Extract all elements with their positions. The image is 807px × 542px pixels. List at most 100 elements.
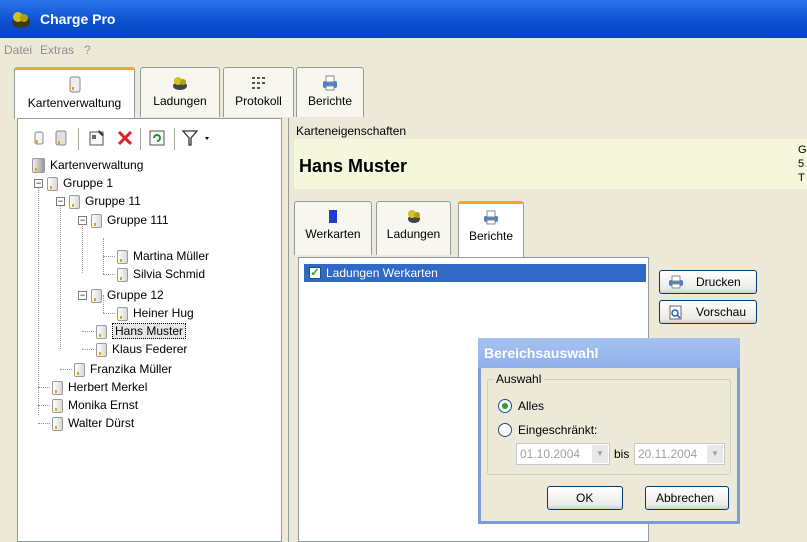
cancel-button[interactable]: Abbrechen [645, 486, 729, 510]
tab-sub-berichte-label: Berichte [468, 229, 514, 243]
card-blue-icon [329, 210, 337, 223]
card-icon [96, 324, 107, 339]
tree-node-gruppe-111[interactable]: Gruppe 111 [91, 211, 169, 229]
tab-sub-ladungen[interactable]: Ladungen [376, 201, 451, 255]
date-from-field[interactable]: 01.10.2004 ▼ [516, 443, 610, 465]
tree-node-klaus[interactable]: Klaus Federer [96, 340, 187, 358]
delete-icon[interactable] [114, 127, 136, 149]
card-info-line: G [798, 144, 807, 156]
card-tree-panel: Kartenverwaltung − Gruppe 1 − Gruppe 11 … [17, 118, 282, 542]
list-item[interactable]: ✓ Ladungen Werkarten [304, 264, 646, 282]
collapse-gruppe-12[interactable]: − [78, 291, 87, 300]
tree-node-monika[interactable]: Monika Ernst [52, 396, 138, 414]
card-icon [117, 267, 128, 282]
card-icon [52, 416, 63, 431]
tree-node-label: Gruppe 1 [63, 176, 114, 190]
ok-button[interactable]: OK [547, 486, 623, 510]
filter-dropdown-icon[interactable] [180, 127, 216, 149]
tree-node-herbert[interactable]: Herbert Merkel [52, 378, 147, 396]
radio-all[interactable] [498, 399, 512, 413]
tab-berichte[interactable]: Berichte [296, 67, 364, 117]
main-tab-strip: Kartenverwaltung Ladungen Protokoll Beri… [14, 67, 804, 119]
menu-datei[interactable]: Datei [4, 43, 32, 57]
preview-button[interactable]: Vorschau [659, 300, 757, 324]
new-group-icon[interactable] [50, 127, 72, 149]
tab-ladungen[interactable]: Ladungen [140, 67, 220, 117]
tree-node-gruppe-11[interactable]: Gruppe 11 [69, 192, 141, 210]
print-button[interactable]: Drucken [659, 270, 757, 294]
report-label: Ladungen Werkarten [326, 266, 438, 280]
radio-all-label: Alles [518, 399, 545, 413]
tab-sub-berichte[interactable]: Berichte [458, 201, 524, 257]
tree-node-gruppe-1[interactable]: Gruppe 1 [47, 174, 113, 192]
menu-bar: Datei Extras ? [0, 38, 807, 60]
charge-pro-logo-icon [12, 12, 30, 28]
date-range-separator: bis [614, 447, 630, 461]
tree-node-franzika[interactable]: Franzika Müller [74, 360, 172, 378]
tree-node-gruppe-12[interactable]: Gruppe 12 [91, 286, 164, 304]
collapse-gruppe-1[interactable]: − [34, 179, 43, 188]
card-icon [69, 76, 80, 93]
tree-connector [103, 256, 115, 257]
card-icon [74, 362, 85, 377]
tree-connector [103, 313, 115, 314]
card-icon [117, 249, 128, 264]
tree-node-label: Gruppe 12 [107, 288, 164, 302]
tab-ladungen-label: Ladungen [153, 94, 207, 108]
tree-node-martina[interactable]: Martina Müller [117, 247, 209, 265]
card-info-line: 5 [798, 158, 805, 170]
chevron-down-icon[interactable]: ▼ [707, 445, 723, 463]
menu-extras[interactable]: Extras [40, 43, 74, 57]
tree-node-label: Kartenverwaltung [50, 158, 144, 172]
tree-node-label: Walter Dürst [68, 416, 135, 430]
tab-sub-ladungen-label: Ladungen [386, 227, 441, 241]
radio-limited-label: Eingeschränkt: [518, 423, 598, 437]
tree-node-heiner[interactable]: Heiner Hug [117, 304, 194, 322]
chevron-down-icon[interactable]: ▼ [592, 445, 608, 463]
menu-help[interactable]: ? [84, 43, 91, 57]
tab-protokoll[interactable]: Protokoll [223, 67, 294, 117]
title-bar: Charge Pro [0, 0, 807, 38]
tree-node-label: Herbert Merkel [68, 380, 148, 394]
card-sub-tabs: Werkarten Ladungen Berichte [294, 201, 807, 261]
tree-node-hans[interactable]: Hans Muster [96, 322, 187, 340]
tree-node-walter[interactable]: Walter Dürst [52, 414, 134, 432]
tree-node-label: Hans Muster [112, 323, 187, 339]
selection-group-label: Auswahl [494, 372, 544, 386]
group-icon [32, 158, 45, 174]
card-tree: Kartenverwaltung − Gruppe 1 − Gruppe 11 … [32, 155, 283, 455]
card-header: Hans Muster G 5 T [294, 139, 807, 189]
range-dialog: Bereichsauswahl Auswahl Alles Eingeschrä… [478, 338, 740, 524]
properties-icon[interactable] [86, 127, 108, 149]
report-checkbox[interactable]: ✓ [309, 267, 321, 279]
printer-icon [669, 275, 683, 289]
window-title: Charge Pro [40, 11, 116, 27]
tree-node-silvia[interactable]: Silvia Schmid [117, 265, 205, 283]
tree-node-label: Monika Ernst [68, 398, 139, 412]
coins-icon [173, 77, 187, 90]
group-icon [91, 288, 102, 303]
date-to-field[interactable]: 20.11.2004 ▼ [634, 443, 725, 465]
collapse-gruppe-111[interactable]: − [78, 216, 87, 225]
tree-connector [82, 349, 94, 350]
tree-connector [82, 219, 83, 273]
tree-connector [38, 387, 50, 388]
tree-connector [103, 274, 115, 275]
toolbar-separator [78, 128, 79, 150]
printer-icon [323, 75, 337, 91]
tree-node-label: Silvia Schmid [133, 267, 206, 281]
tab-kartenverwaltung[interactable]: Kartenverwaltung [14, 67, 135, 119]
tree-node-label: Gruppe 11 [85, 194, 141, 208]
toolbar-separator [140, 128, 141, 150]
tree-connector [38, 405, 50, 406]
tab-kartenverwaltung-label: Kartenverwaltung [27, 96, 122, 110]
card-icon [96, 342, 107, 357]
tree-connector [38, 423, 50, 424]
collapse-gruppe-11[interactable]: − [56, 197, 65, 206]
tab-werkarten[interactable]: Werkarten [294, 201, 372, 255]
refresh-icon[interactable] [146, 127, 168, 149]
new-card-icon[interactable] [28, 127, 50, 149]
properties-caption: Karteneigenschaften [296, 124, 407, 138]
tree-node-root[interactable]: Kartenverwaltung [32, 156, 143, 174]
radio-limited[interactable] [498, 423, 512, 437]
